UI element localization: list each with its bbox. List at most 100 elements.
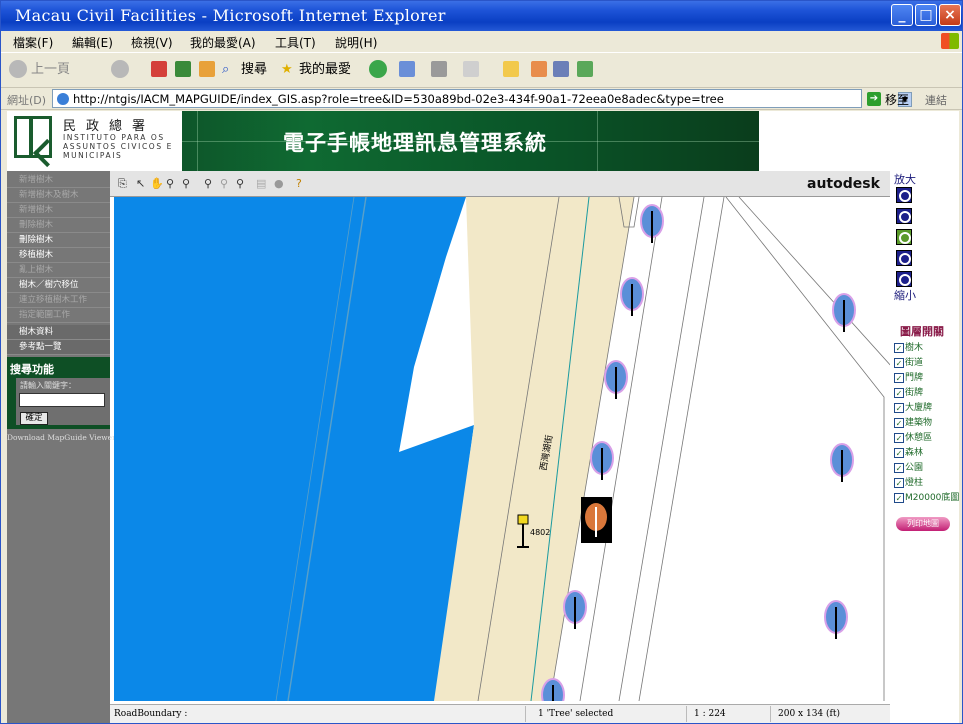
layer-toggle-title: 圖層開關 <box>900 325 944 338</box>
layer-toggle-forest[interactable]: ✓ 森林 <box>894 445 923 459</box>
sidebar-item-add-tree[interactable]: 新增樹木 <box>7 173 110 188</box>
org-name-portuguese: INSTITUTO PARA OS ASSUNTOS CIVICOS E MUN… <box>63 133 173 160</box>
checkbox-checked-icon[interactable]: ✓ <box>894 343 904 353</box>
checkbox-checked-icon[interactable]: ✓ <box>894 418 904 428</box>
banner-decor-line <box>597 111 598 171</box>
stop-loading-icon[interactable]: ● <box>274 177 284 190</box>
autodesk-logo: autodesk <box>807 176 880 192</box>
close-button[interactable]: × <box>939 4 961 26</box>
download-viewer-link[interactable]: Download MapGuide Viewer <box>7 433 116 442</box>
checkbox-checked-icon[interactable]: ✓ <box>894 373 904 383</box>
maximize-button[interactable]: □ <box>915 4 937 26</box>
status-divider <box>686 706 687 722</box>
checkbox-checked-icon[interactable]: ✓ <box>894 493 904 503</box>
layer-toggle-leisure-areas[interactable]: ✓ 休憩區 <box>894 430 932 444</box>
layer-toggle-buildings[interactable]: ✓ 建築物 <box>894 415 932 429</box>
menu-edit[interactable]: 編輯(E) <box>72 34 113 51</box>
address-url[interactable]: http://ntgis/IACM_MAPGUIDE/index_GIS.asp… <box>73 92 724 106</box>
map-canvas[interactable]: 4802 西灣湖街 <box>114 197 892 701</box>
map-toolbar: ⎘ ↖ ✋ ⚲ ⚲ ⚲ ⚲ ⚲ ▤ ● ? autodesk <box>110 171 890 197</box>
zoom-previous-icon[interactable]: ⚲ <box>204 177 212 190</box>
links-button[interactable]: 連結 <box>925 92 947 108</box>
research-icon[interactable] <box>553 61 569 77</box>
zoom-level-4-icon[interactable] <box>896 250 912 266</box>
checkbox-checked-icon[interactable]: ✓ <box>894 403 904 413</box>
sidebar-item-transplant-tree[interactable]: 移植樹木 <box>7 248 110 263</box>
back-button-label[interactable]: 上一頁 <box>31 60 70 80</box>
sidebar-item-add-tree-2[interactable]: 新增樹木 <box>7 203 110 218</box>
menu-view[interactable]: 檢視(V) <box>131 34 173 51</box>
zoom-in-tool-icon[interactable]: ⚲ <box>166 177 174 190</box>
home-icon[interactable] <box>199 61 215 77</box>
zoom-in-icon[interactable] <box>896 187 912 203</box>
sidebar-item-reference-points[interactable]: 參考點一覽 <box>7 340 110 355</box>
tree-symbol[interactable] <box>541 678 565 701</box>
checkbox-checked-icon[interactable]: ✓ <box>894 358 904 368</box>
checkbox-checked-icon[interactable]: ✓ <box>894 463 904 473</box>
search-confirm-button[interactable]: 確定 <box>20 412 48 425</box>
discuss-icon[interactable] <box>577 61 593 77</box>
zoom-out-icon[interactable] <box>896 271 912 287</box>
print-icon[interactable] <box>431 61 447 77</box>
right-panel: 放大 縮小 圖層開關 ✓ 樹木 ✓ 街道 ✓ 門牌 ✓ 街牌 ✓ 大廈牌 ✓ 建築物 ✓ 休憩… <box>890 171 959 723</box>
go-arrow-icon[interactable]: ➔ <box>867 92 881 106</box>
status-layer: RoadBoundary : <box>114 709 188 719</box>
pan-hand-icon[interactable]: ✋ <box>150 177 164 190</box>
left-menu: 新增樹木 新增樹木及樹木 新增樹木 刪除樹木 刪除樹木 移植樹木 亂上樹木 樹木… <box>7 171 116 723</box>
checkbox-checked-icon[interactable]: ✓ <box>894 433 904 443</box>
layer-toggle-building-signs[interactable]: ✓ 大廈牌 <box>894 400 932 414</box>
zoom-next-icon[interactable]: ⚲ <box>220 177 228 190</box>
messenger-icon[interactable] <box>531 61 547 77</box>
menu-help[interactable]: 說明(H) <box>335 34 377 51</box>
go-button[interactable]: 移至 <box>885 91 909 108</box>
mail-icon[interactable] <box>399 61 415 77</box>
layer-toggle-trees[interactable]: ✓ 樹木 <box>894 340 923 354</box>
menu-tools[interactable]: 工具(T) <box>275 34 316 51</box>
sidebar-item-delete-tree[interactable]: 刪除樹木 <box>7 218 110 233</box>
forward-arrow-icon[interactable] <box>111 60 129 78</box>
layer-toggle-door-numbers[interactable]: ✓ 門牌 <box>894 370 923 384</box>
zoom-selected-icon[interactable]: ⚲ <box>236 177 244 190</box>
layer-toggle-lamp-posts[interactable]: ✓ 燈柱 <box>894 475 923 489</box>
sidebar-item-move-tree[interactable]: 樹木／樹穴移位 <box>7 278 110 293</box>
sidebar-item-transplant-job[interactable]: 連立移植樹木工作 <box>7 293 110 308</box>
zoom-level-2-icon[interactable] <box>896 208 912 224</box>
address-bar: 網址(D) http://ntgis/IACM_MAPGUIDE/index_G… <box>1 88 962 110</box>
back-arrow-icon[interactable] <box>9 60 27 78</box>
print-map-icon[interactable]: ▤ <box>256 177 266 190</box>
sidebar-item-area-job[interactable]: 指定範圍工作 <box>7 308 110 323</box>
refresh-icon[interactable] <box>175 61 191 77</box>
sidebar-item-plant-tree[interactable]: 亂上樹木 <box>7 263 110 278</box>
address-input[interactable]: http://ntgis/IACM_MAPGUIDE/index_GIS.asp… <box>52 89 912 108</box>
checkbox-checked-icon[interactable]: ✓ <box>894 478 904 488</box>
sidebar-item-remove-tree[interactable]: 刪除樹木 <box>7 233 110 248</box>
edit-icon[interactable] <box>463 61 479 77</box>
layer-toggle-street-signs[interactable]: ✓ 街牌 <box>894 385 923 399</box>
favorites-button[interactable]: 我的最愛 <box>299 60 351 80</box>
banner-title: 電子手帳地理訊息管理系統 <box>283 131 547 155</box>
menu-favorites[interactable]: 我的最愛(A) <box>190 34 256 51</box>
sidebar-item-add-tree-pit[interactable]: 新增樹木及樹木 <box>7 188 110 203</box>
layer-toggle-streets[interactable]: ✓ 街道 <box>894 355 923 369</box>
select-arrow-icon[interactable]: ↖ <box>136 177 145 190</box>
browser-window: Macau Civil Facilities - Microsoft Inter… <box>0 0 963 724</box>
help-icon[interactable]: ? <box>296 177 302 190</box>
title-bar: Macau Civil Facilities - Microsoft Inter… <box>1 1 962 31</box>
stop-icon[interactable] <box>151 61 167 77</box>
window-title: Macau Civil Facilities - Microsoft Inter… <box>15 6 446 25</box>
checkbox-checked-icon[interactable]: ✓ <box>894 388 904 398</box>
layer-toggle-parks[interactable]: ✓ 公園 <box>894 460 923 474</box>
history-icon[interactable] <box>369 60 387 78</box>
menu-file[interactable]: 檔案(F) <box>13 34 53 51</box>
folder-icon[interactable] <box>503 61 519 77</box>
zoom-level-3-icon[interactable] <box>896 229 912 245</box>
search-input[interactable] <box>19 393 105 407</box>
checkbox-checked-icon[interactable]: ✓ <box>894 448 904 458</box>
copy-icon[interactable]: ⎘ <box>118 177 127 191</box>
sidebar-item-tree-data[interactable]: 樹木資料 <box>7 325 110 340</box>
zoom-out-tool-icon[interactable]: ⚲ <box>182 177 190 190</box>
layer-toggle-basemap[interactable]: ✓ M20000底圖 <box>894 490 959 504</box>
search-button[interactable]: 搜尋 <box>241 60 267 80</box>
print-map-button[interactable]: 列印地圖 <box>896 517 950 531</box>
minimize-button[interactable]: _ <box>891 4 913 26</box>
